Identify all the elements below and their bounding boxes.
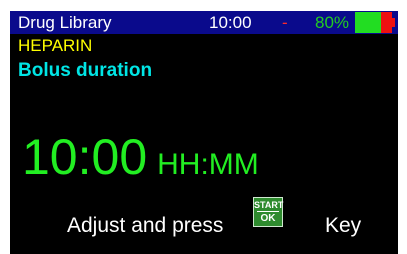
key-label-ok: OK (260, 213, 276, 224)
prompt-suffix: Key (325, 214, 362, 237)
status-time: 10:00 (209, 13, 252, 32)
battery-percentage: 80% (315, 13, 350, 32)
status-bar: Drug Library 10:00 - 80% (10, 11, 398, 34)
start-ok-key-icon: START OK (253, 197, 283, 227)
battery-icon (355, 12, 395, 33)
screen-title: Bolus duration (18, 60, 153, 81)
device-screen: Drug Library 10:00 - 80% HEPARIN Bolus d… (10, 11, 398, 254)
status-title: Drug Library (18, 13, 112, 32)
duration-value-display[interactable]: 10:00 HH:MM (22, 127, 259, 187)
battery-charge-segment (355, 12, 381, 33)
battery-empty-segment (381, 12, 392, 33)
battery-terminal (392, 18, 395, 27)
key-label-start: START (254, 200, 284, 210)
prompt-text: Adjust and press (67, 214, 224, 237)
duration-value: 10:00 (22, 129, 148, 185)
duration-unit: HH:MM (157, 148, 259, 181)
status-separator: - (282, 13, 288, 32)
drug-name: HEPARIN (18, 36, 93, 55)
